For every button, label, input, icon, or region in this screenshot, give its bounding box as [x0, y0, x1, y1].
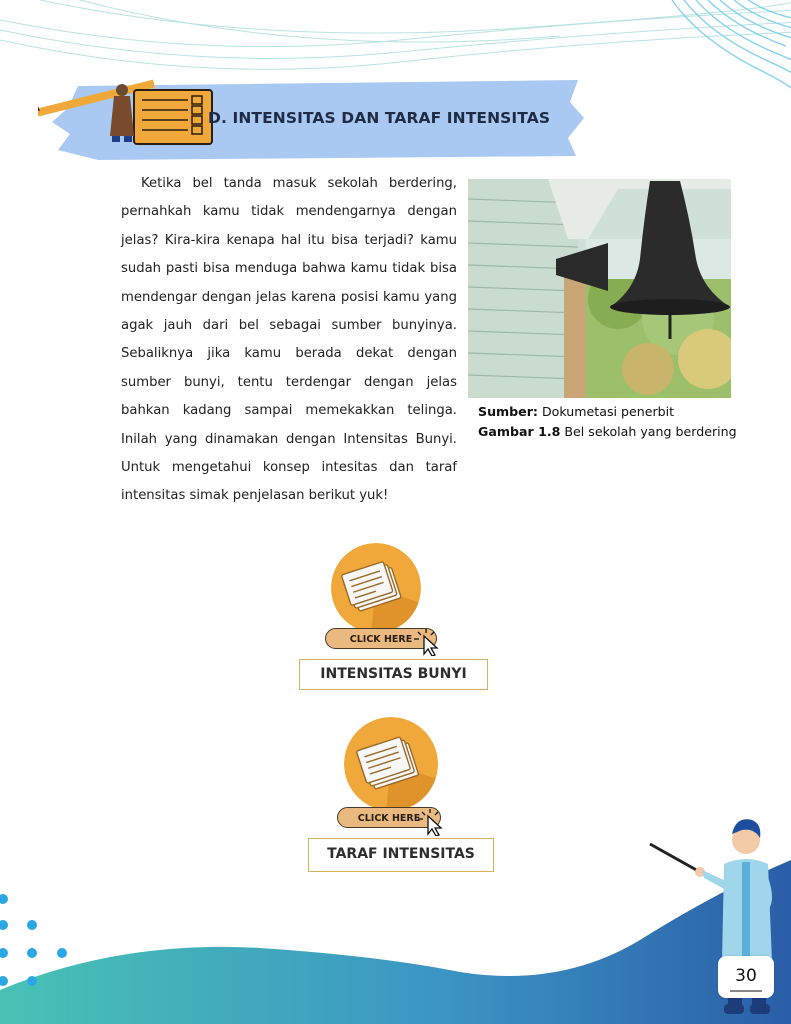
caption-label: Gambar 1.8: [478, 424, 561, 439]
document-stack-icon: [331, 543, 421, 633]
body-paragraph: Ketika bel tanda masuk sekolah berdering…: [121, 170, 457, 511]
page-number-underline: [730, 990, 762, 992]
taraf-intensitas-icon-button[interactable]: [344, 717, 438, 811]
decor-dot: [27, 920, 37, 930]
document-stack-icon: [344, 717, 438, 811]
page-number: 30: [735, 966, 757, 986]
caption-text: Bel sekolah yang berdering: [564, 424, 737, 439]
section-title: D. INTENSITAS DAN TARAF INTENSITAS: [208, 109, 551, 127]
cursor-click-icon: [414, 629, 439, 656]
click-here-label-1: CLICK HERE: [349, 634, 413, 645]
bell-photo: [468, 179, 731, 398]
source-text: Dokumetasi penerbit: [541, 404, 675, 419]
figure-caption: Gambar 1.8 Bel sekolah yang berdering: [478, 424, 737, 439]
intensitas-bunyi-button[interactable]: INTENSITAS BUNYI: [299, 659, 488, 690]
intensitas-bunyi-icon-button[interactable]: [331, 543, 421, 633]
intro-text: Ketika bel tanda masuk sekolah berdering…: [121, 176, 457, 504]
decor-dot: [27, 976, 37, 986]
decor-dot: [57, 948, 67, 958]
figure-source: Sumber: Dokumetasi penerbit: [478, 404, 674, 419]
source-label: Sumber:: [478, 404, 538, 419]
decor-dot: [27, 948, 37, 958]
